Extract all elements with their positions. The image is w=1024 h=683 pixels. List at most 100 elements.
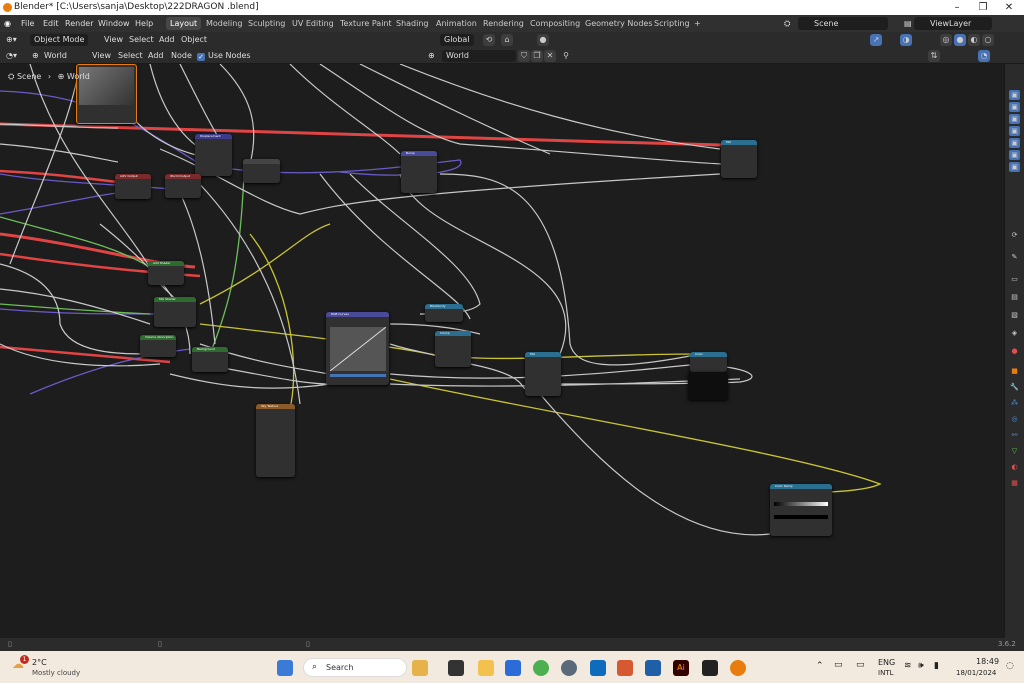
camera-icon[interactable]: ▣ xyxy=(1009,90,1020,100)
menu-add[interactable]: Add xyxy=(159,32,175,48)
fake-user-icon[interactable]: ⛉ xyxy=(518,50,530,62)
camera-icon[interactable]: ▣ xyxy=(1009,126,1020,136)
menu-view[interactable]: View xyxy=(92,48,111,64)
add-workspace-button[interactable]: + xyxy=(690,17,705,30)
mix-node-top[interactable]: Mix xyxy=(721,140,757,178)
snap-icon[interactable]: ⌂ xyxy=(501,34,513,46)
blender-icon[interactable] xyxy=(730,660,746,676)
data-icon[interactable]: ▽ xyxy=(1009,446,1020,456)
output-icon[interactable]: ▤ xyxy=(1009,292,1020,302)
background-node[interactable]: Background xyxy=(192,347,228,372)
tab-layout[interactable]: Layout xyxy=(166,17,202,30)
mail-icon[interactable] xyxy=(645,660,661,676)
menu-view[interactable]: View xyxy=(104,32,123,48)
menu-render[interactable]: Render xyxy=(65,15,93,32)
blackbody-node[interactable]: Blackbody xyxy=(425,304,463,322)
weather-temp[interactable]: 2°C xyxy=(32,658,47,667)
world-selector[interactable]: World xyxy=(442,50,516,62)
menu-add[interactable]: Add xyxy=(148,48,164,64)
chevron-up-icon[interactable]: ⌃ xyxy=(816,661,824,671)
clock-date[interactable]: 18/01/2024 xyxy=(956,669,996,677)
layout-code[interactable]: INTL xyxy=(878,669,893,677)
tab-scripting[interactable]: Scripting xyxy=(650,17,694,30)
rgb-curves-node[interactable]: RGB Curves xyxy=(326,312,389,385)
app-icon[interactable] xyxy=(617,660,633,676)
clock-time[interactable]: 18:49 xyxy=(976,657,999,666)
volume-icon[interactable]: 🕪 xyxy=(918,661,924,671)
menu-select[interactable]: Select xyxy=(129,32,154,48)
outlook-icon[interactable] xyxy=(590,660,606,676)
start-icon[interactable] xyxy=(277,660,293,676)
chrome-icon[interactable] xyxy=(533,660,549,676)
render-icon[interactable]: ▭ xyxy=(1009,274,1020,284)
tab-texture-paint[interactable]: Texture Paint xyxy=(336,17,396,30)
settings-icon[interactable] xyxy=(561,660,577,676)
tab-uv-editing[interactable]: UV Editing xyxy=(288,17,338,30)
orientation-dropdown[interactable]: Global xyxy=(440,34,474,46)
displacement-node[interactable]: Displacement xyxy=(195,134,232,176)
illustrator-icon[interactable]: Ai xyxy=(673,660,689,676)
ramp-gradient[interactable] xyxy=(774,502,828,506)
menu-file[interactable]: File xyxy=(21,15,34,32)
use-nodes-checkbox[interactable]: ✓ Use Nodes xyxy=(197,48,251,64)
menu-select[interactable]: Select xyxy=(118,48,143,64)
menu-edit[interactable]: Edit xyxy=(43,15,59,32)
menu-object[interactable]: Object xyxy=(181,32,207,48)
file-explorer-icon[interactable] xyxy=(478,660,494,676)
sky-texture-node[interactable]: Sky Texture xyxy=(256,404,295,477)
display-icon[interactable]: ▭ xyxy=(834,660,843,670)
output-node[interactable] xyxy=(243,159,280,183)
widgets-art-icon[interactable] xyxy=(412,660,428,676)
color-node[interactable]: Color xyxy=(690,352,727,372)
scene-selector[interactable]: Scene xyxy=(798,17,888,30)
menu-help[interactable]: Help xyxy=(135,15,153,32)
minimize-button[interactable]: – xyxy=(944,0,970,15)
world-icon[interactable]: ● xyxy=(1009,346,1020,356)
aov-output-node[interactable]: AOV Output xyxy=(115,174,151,199)
add-shader-node[interactable]: Add Shader xyxy=(148,261,184,285)
world-output-node[interactable]: World Output xyxy=(165,174,201,198)
snapping-icon[interactable]: ◔ xyxy=(978,50,990,62)
physics-icon[interactable]: ◎ xyxy=(1009,414,1020,424)
modifier-icon[interactable]: 🔧 xyxy=(1009,382,1020,392)
tab-modeling[interactable]: Modeling xyxy=(202,17,246,30)
tab-geometry-nodes[interactable]: Geometry Nodes xyxy=(581,17,656,30)
camera-icon[interactable]: ▣ xyxy=(1009,102,1020,112)
sticky-app-icon[interactable] xyxy=(702,660,718,676)
store-icon[interactable] xyxy=(505,660,521,676)
lang-code[interactable]: ENG xyxy=(878,658,895,667)
wifi-icon[interactable]: ≋ xyxy=(904,661,912,671)
proportional-edit-icon[interactable]: ● xyxy=(537,34,549,46)
object-icon[interactable]: ■ xyxy=(1009,366,1020,376)
weather-desc[interactable]: Mostly cloudy xyxy=(32,669,80,677)
tab-compositing[interactable]: Compositing xyxy=(526,17,584,30)
color-ramp-node[interactable]: Color Ramp xyxy=(770,484,832,536)
blender-menu-icon[interactable]: ◉ xyxy=(4,15,11,32)
scene-icon[interactable]: ◈ xyxy=(1009,328,1020,338)
close-button[interactable]: ✕ xyxy=(996,0,1022,15)
tab-rendering[interactable]: Rendering xyxy=(479,17,528,30)
curve-widget[interactable] xyxy=(330,327,386,371)
mix-shader-node[interactable]: Mix Shader xyxy=(154,297,196,327)
overlay-icon[interactable]: ◑ xyxy=(900,34,912,46)
shader-type-dropdown[interactable]: World xyxy=(44,48,67,64)
solid-shading-icon[interactable]: ● xyxy=(954,34,966,46)
mix-node[interactable]: Mix xyxy=(525,352,561,396)
constraints-icon[interactable]: ⚯ xyxy=(1009,430,1020,440)
camera-icon[interactable]: ▣ xyxy=(1009,138,1020,148)
tab-shading[interactable]: Shading xyxy=(392,17,433,30)
gizmo-icon[interactable]: ↗ xyxy=(870,34,882,46)
tab-sculpting[interactable]: Sculpting xyxy=(244,17,289,30)
menu-window[interactable]: Window xyxy=(98,15,130,32)
viewlayer-selector[interactable]: ViewLayer xyxy=(914,17,992,30)
particles-icon[interactable]: ⁂ xyxy=(1009,398,1020,408)
ramp-color-field[interactable] xyxy=(774,515,828,519)
tab-animation[interactable]: Animation xyxy=(432,17,481,30)
material-shading-icon[interactable]: ◐ xyxy=(968,34,980,46)
task-view-icon[interactable] xyxy=(448,660,464,676)
camera-icon[interactable]: ▣ xyxy=(1009,114,1020,124)
pin-icon[interactable]: ⚲ xyxy=(560,50,572,62)
view-layer-icon[interactable]: ▧ xyxy=(1009,310,1020,320)
fac-slider[interactable] xyxy=(330,374,386,377)
node-overlay-icon[interactable]: ⇅ xyxy=(928,50,940,62)
